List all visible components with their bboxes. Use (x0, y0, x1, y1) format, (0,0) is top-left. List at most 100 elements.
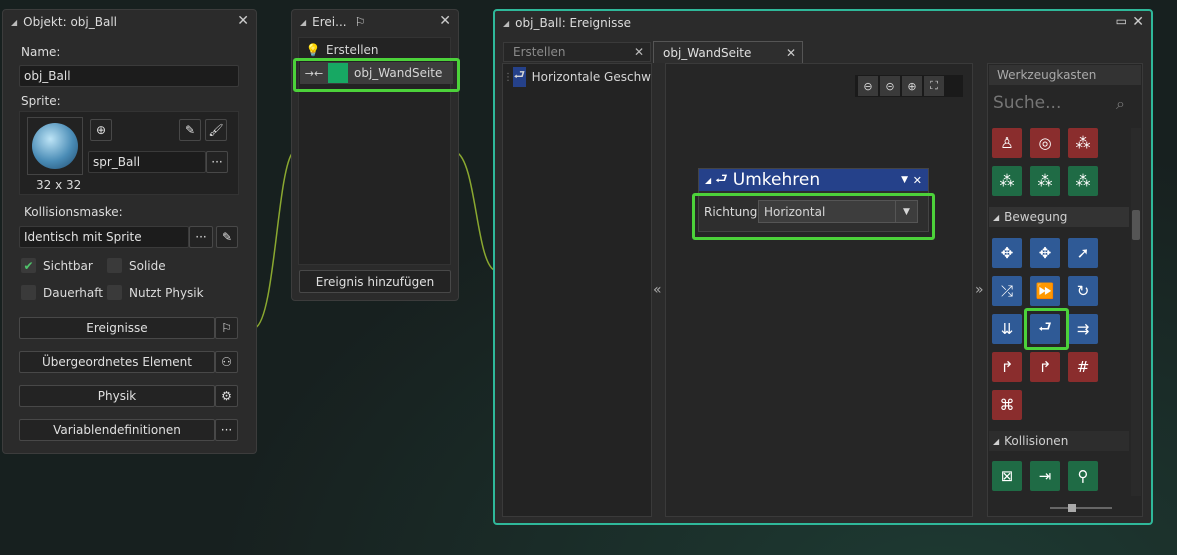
events-panel-title: Erei... (312, 15, 347, 29)
slider-handle[interactable] (1068, 504, 1076, 512)
section-label: Bewegung (1004, 210, 1068, 224)
gravity-icon[interactable]: ⇊ (992, 314, 1022, 344)
zoom-in-icon[interactable]: ⊕ (902, 76, 922, 96)
editor-panel-titlebar: ◢ obj_Ball: Ereignisse ▭ ✕ (495, 11, 1151, 35)
close-icon[interactable]: ✕ (786, 46, 796, 60)
tool-target-icon[interactable]: ◎ (1030, 128, 1060, 158)
physics-button[interactable]: Physik (19, 385, 215, 407)
persistent-label: Dauerhaft (43, 286, 103, 300)
rotate-icon[interactable]: ↻ (1068, 276, 1098, 306)
collapse-left-button[interactable]: « (653, 282, 662, 298)
close-icon[interactable]: ✕ (913, 174, 922, 187)
close-icon[interactable]: ✕ (1132, 14, 1144, 30)
collision-point-icon[interactable]: ⇥ (1030, 461, 1060, 491)
action-label: Horizontale Geschw (531, 70, 651, 84)
highlight-direction (692, 193, 935, 240)
tool-instance-icon[interactable]: ♙ (992, 128, 1022, 158)
collapse-right-button[interactable]: » (975, 282, 984, 298)
collapse-triangle-icon[interactable]: ◢ (503, 19, 509, 28)
tool-instances-icon[interactable]: ⁂ (1068, 128, 1098, 158)
search-icon[interactable]: ⌕ (1116, 94, 1125, 114)
physics-gear-icon[interactable]: ⚙ (215, 385, 238, 407)
zoom-toolbar: ⊖ ⊝ ⊕ ⛶ (855, 75, 963, 97)
collapse-triangle-icon: ◢ (993, 436, 1000, 446)
speed-icon[interactable]: ⏩ (1030, 276, 1060, 306)
tab-label: obj_WandSeite (663, 45, 752, 60)
move-cross-icon[interactable]: ✥ (992, 238, 1022, 268)
toolbox-scroll-thumb[interactable] (1132, 210, 1140, 240)
move-arrows-icon[interactable]: ✥ (1030, 238, 1060, 268)
sprite-more-button[interactable]: ··· (206, 151, 228, 173)
tool-group-icon[interactable]: ⁂ (992, 166, 1022, 196)
object-panel-title: Objekt: obj_Ball (23, 15, 117, 29)
flag-icon: ⚐ (354, 15, 366, 29)
drag-handle-icon[interactable]: ⋮ (503, 72, 513, 83)
zoom-reset-icon[interactable]: ⊖ (858, 76, 878, 96)
event-item-create[interactable]: 💡 Erstellen (300, 40, 450, 60)
tool-group-icon[interactable]: ⁂ (1030, 166, 1060, 196)
action-list-item[interactable]: ⋮ ⮐ Horizontale Geschw (503, 65, 651, 89)
persistent-checkbox[interactable] (21, 285, 36, 300)
action-block-title: Umkehren (732, 170, 821, 190)
maximize-icon[interactable]: ▭ (1116, 14, 1127, 28)
solid-checkbox[interactable] (107, 258, 122, 273)
toolbox-search-input[interactable] (993, 91, 1115, 115)
action-block-header[interactable]: ◢ ⮐ Umkehren ▼ ✕ (699, 169, 928, 191)
sprite-preview[interactable] (27, 117, 83, 175)
zoom-out-icon[interactable]: ⊝ (880, 76, 900, 96)
edit-sprite-button[interactable]: ✎ (179, 119, 201, 141)
close-icon[interactable]: ✕ (237, 13, 249, 29)
new-sprite-button[interactable]: ⊕ (90, 119, 112, 141)
fit-screen-icon[interactable]: ⛶ (924, 76, 944, 96)
jump-icon[interactable]: ↱ (992, 352, 1022, 382)
physics-checkbox[interactable] (107, 285, 122, 300)
physics-label: Nutzt Physik (129, 286, 204, 300)
move-towards-icon[interactable]: ➚ (1068, 238, 1098, 268)
events-flag-icon[interactable]: ⚐ (215, 317, 238, 339)
tab-label: Erstellen (513, 45, 566, 59)
collapse-triangle-icon: ◢ (993, 212, 1000, 222)
variables-more-button[interactable]: ··· (215, 419, 238, 441)
events-button[interactable]: Ereignisse (19, 317, 215, 339)
variables-button[interactable]: Variablendefinitionen (19, 419, 215, 441)
object-panel-titlebar: ◢ Objekt: obj_Ball ✕ (3, 10, 256, 34)
tab-create[interactable]: Erstellen ✕ (503, 42, 651, 62)
move-contact-icon[interactable]: ⇉ (1068, 314, 1098, 344)
event-label: Erstellen (326, 43, 379, 57)
brush-icon[interactable]: 🖌 (205, 119, 227, 141)
add-event-button[interactable]: Ereignis hinzufügen (299, 270, 451, 293)
parent-icon[interactable]: ⚇ (215, 351, 238, 373)
close-icon[interactable]: ✕ (634, 45, 644, 59)
tab-collision[interactable]: obj_WandSeite ✕ (653, 41, 803, 63)
wrap-icon[interactable]: ⌘ (992, 390, 1022, 420)
mask-more-button[interactable]: ··· (189, 226, 213, 248)
tool-group-icon[interactable]: ⁂ (1068, 166, 1098, 196)
grid-icon[interactable]: # (1068, 352, 1098, 382)
connection-wire (456, 151, 495, 271)
jump-start-icon[interactable]: ↱ (1030, 352, 1060, 382)
sprite-name-field[interactable]: spr_Ball (88, 151, 206, 173)
name-field[interactable]: obj_Ball (19, 65, 239, 87)
close-icon[interactable]: ✕ (439, 13, 451, 29)
random-move-icon[interactable]: ⤮ (992, 276, 1022, 306)
visible-checkbox[interactable]: ✔ (21, 258, 36, 273)
collapse-triangle-icon[interactable]: ◢ (300, 18, 306, 27)
collision-object-icon[interactable]: ⚲ (1068, 461, 1098, 491)
parent-button[interactable]: Übergeordnetes Element (19, 351, 215, 373)
mask-field[interactable]: Identisch mit Sprite (19, 226, 189, 248)
section-movement[interactable]: ◢ Bewegung (989, 207, 1129, 227)
sprite-label: Sprite: (21, 94, 61, 108)
editor-panel-title: obj_Ball: Ereignisse (515, 16, 631, 30)
collision-check-icon[interactable]: ⊠ (992, 461, 1022, 491)
toolbox-scrollbar[interactable] (1131, 128, 1141, 496)
reverse-arrow-icon: ⮐ (715, 171, 728, 187)
mask-edit-button[interactable]: ✎ (216, 226, 238, 248)
events-panel-titlebar: ◢ Erei... ⚐ ✕ (292, 10, 458, 34)
solid-label: Solide (129, 259, 166, 273)
collapse-triangle-icon[interactable]: ◢ (11, 18, 17, 27)
collapse-triangle-icon[interactable]: ◢ (705, 176, 711, 185)
toolbox-zoom-slider[interactable] (1040, 504, 1130, 512)
section-label: Kollisionen (1004, 434, 1069, 448)
dropdown-arrow-icon[interactable]: ▼ (901, 175, 908, 185)
section-collisions[interactable]: ◢ Kollisionen (989, 431, 1129, 451)
